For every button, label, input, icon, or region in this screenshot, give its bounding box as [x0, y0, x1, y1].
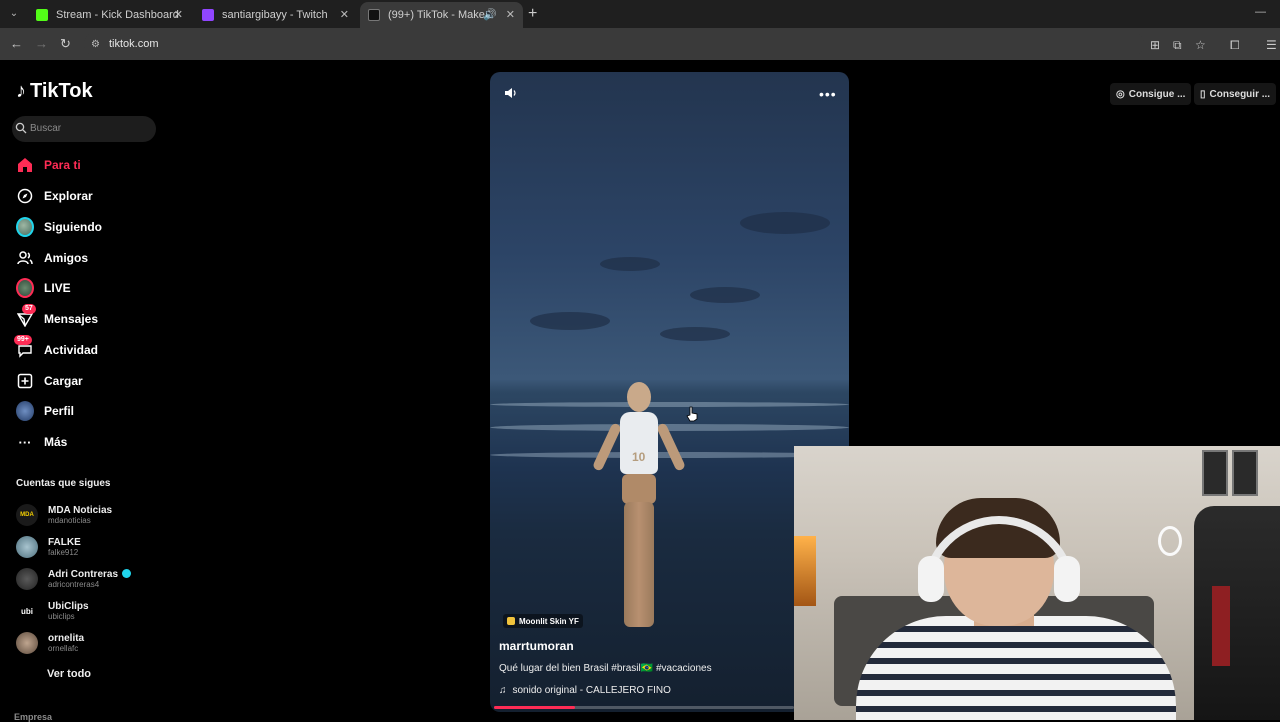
video-cloud [660, 327, 730, 341]
following-account[interactable]: Adri Contreras adricontreras4 [16, 566, 132, 592]
close-tab-icon[interactable]: ✕ [340, 8, 349, 21]
company-heading: Empresa [14, 712, 53, 722]
twitch-favicon-icon [202, 9, 214, 21]
new-tab-icon[interactable]: + [528, 5, 537, 23]
get-app-button[interactable]: ◎ Consigue ... [1110, 83, 1192, 105]
profile-icon [16, 401, 34, 421]
tab-search-icon[interactable]: ⌄ [6, 6, 22, 22]
reload-icon[interactable]: ↻ [60, 36, 71, 52]
bookmark-star-icon[interactable]: ☆ [1195, 38, 1206, 52]
browser-tab-bar: ⌄ Stream - Kick Dashboard ✕ santiargibay… [0, 0, 1280, 28]
phone-icon: ▯ [1200, 88, 1206, 100]
ring-light [1158, 526, 1182, 556]
nav-item-para-ti[interactable]: Para ti [16, 153, 81, 177]
avatar [16, 536, 38, 558]
browser-tab-tiktok[interactable]: (99+) TikTok - Make Your Day 🔊 ✕ [360, 2, 523, 28]
tiktok-note-icon: ♪ [16, 80, 26, 102]
nav-item-perfil[interactable]: Perfil [16, 399, 74, 423]
effect-icon [507, 617, 515, 625]
video-wave [490, 424, 849, 431]
live-icon [16, 278, 34, 298]
back-arrow-icon[interactable]: ← [10, 36, 23, 51]
headphone-cup [1054, 556, 1080, 602]
nav-item-mas[interactable]: ··· Más [16, 430, 68, 454]
install-app-icon[interactable]: ⧉ [1173, 38, 1182, 53]
video-cloud [530, 312, 610, 330]
following-account[interactable]: FALKE falke912 [16, 534, 81, 560]
avatar [16, 632, 38, 654]
volume-icon[interactable] [504, 86, 518, 100]
nav-item-siguiendo[interactable]: Siguiendo [16, 215, 102, 239]
search-icon [15, 122, 27, 134]
jersey-number: 10 [632, 450, 646, 464]
activity-icon: 99+ [14, 335, 34, 359]
browser-tab-twitch[interactable]: santiargibayy - Twitch ✕ [194, 2, 357, 28]
video-cloud [740, 212, 830, 234]
video-description: Qué lugar del bien Brasil #brasil🇧🇷 #vac… [499, 663, 712, 674]
browser-tab-kick[interactable]: Stream - Kick Dashboard ✕ [28, 2, 191, 28]
forward-arrow-icon[interactable]: → [35, 36, 48, 51]
following-account[interactable]: MDA MDA Noticias mdanoticias [16, 502, 112, 528]
compass-icon [16, 187, 34, 205]
site-settings-icon[interactable]: ⚙ [91, 39, 100, 50]
video-cloud [690, 287, 760, 303]
wall-frame [1202, 450, 1228, 496]
nav-item-explorar[interactable]: Explorar [16, 184, 93, 208]
wall-frame [1232, 450, 1258, 496]
verified-badge-icon [122, 569, 132, 578]
following-account[interactable]: ubi UbiClips ubiclips [16, 598, 89, 624]
lamp [794, 536, 816, 606]
streamer-shirt [856, 616, 1176, 720]
nav-item-actividad[interactable]: 99+ Actividad [14, 335, 98, 362]
profile-menu-icon[interactable]: ☰ [1266, 38, 1277, 52]
message-icon: 57 [16, 304, 36, 328]
nav-item-mensajes[interactable]: 57 Mensajes [16, 304, 98, 331]
following-section-title: Cuentas que sigues [16, 478, 111, 489]
upload-icon [16, 372, 34, 390]
see-all-link[interactable]: Ver todo [47, 668, 91, 680]
messages-badge: 57 [22, 304, 36, 314]
speaker-icon[interactable]: 🔊 [483, 8, 497, 21]
video-progress-bar[interactable] [494, 706, 794, 709]
url-bar[interactable]: tiktok.com [84, 32, 1144, 56]
webcam-overlay [794, 446, 1280, 720]
avatar: MDA [16, 504, 38, 526]
activity-badge: 99+ [14, 335, 32, 345]
home-icon [16, 156, 34, 174]
friends-icon [16, 249, 34, 267]
address-toolbar: ← → ↻ tiktok.com ⚙ ⊞ ⧉ ☆ ⧠ ☰ [0, 28, 1280, 60]
avatar [16, 568, 38, 590]
gaming-chair-accent [1212, 586, 1230, 666]
get-desktop-app-button[interactable]: ▯ Conseguir ... [1194, 83, 1277, 105]
close-tab-icon[interactable]: ✕ [174, 8, 183, 21]
search-input[interactable]: Buscar [12, 116, 156, 142]
avatar: ubi [16, 600, 38, 622]
tiktok-logo[interactable]: ♪ TikTok [16, 80, 93, 103]
video-cloud [600, 257, 660, 271]
following-account[interactable]: ornelita ornellafc [16, 630, 84, 656]
video-progress-fill [494, 706, 575, 709]
nav-item-cargar[interactable]: Cargar [16, 369, 83, 393]
video-author[interactable]: marrtumoran [499, 639, 574, 653]
effect-tag[interactable]: Moonlit Skin YF [503, 614, 583, 628]
video-wave [490, 402, 849, 407]
app-icon: ◎ [1116, 88, 1125, 100]
video-subject: 10 [591, 382, 687, 632]
hand-cursor-icon [686, 406, 698, 422]
video-more-options-icon[interactable]: ••• [819, 86, 837, 102]
music-note-icon: ♫ [499, 685, 507, 696]
minimize-icon[interactable]: — [1255, 6, 1266, 18]
nav-item-live[interactable]: LIVE [16, 276, 71, 300]
nav-item-amigos[interactable]: Amigos [16, 246, 88, 270]
extensions-icon[interactable]: ⧠ [1230, 38, 1240, 53]
gaming-chair [1194, 506, 1280, 720]
kick-favicon-icon [36, 9, 48, 21]
tiktok-favicon-icon [368, 9, 380, 21]
translate-icon[interactable]: ⊞ [1150, 38, 1160, 52]
following-avatar-icon [16, 217, 34, 237]
video-sound[interactable]: ♫ sonido original - CALLEJERO FINO [499, 685, 671, 696]
headphone-cup [918, 556, 944, 602]
close-tab-icon[interactable]: ✕ [506, 8, 515, 21]
more-dots-icon: ··· [18, 434, 32, 450]
